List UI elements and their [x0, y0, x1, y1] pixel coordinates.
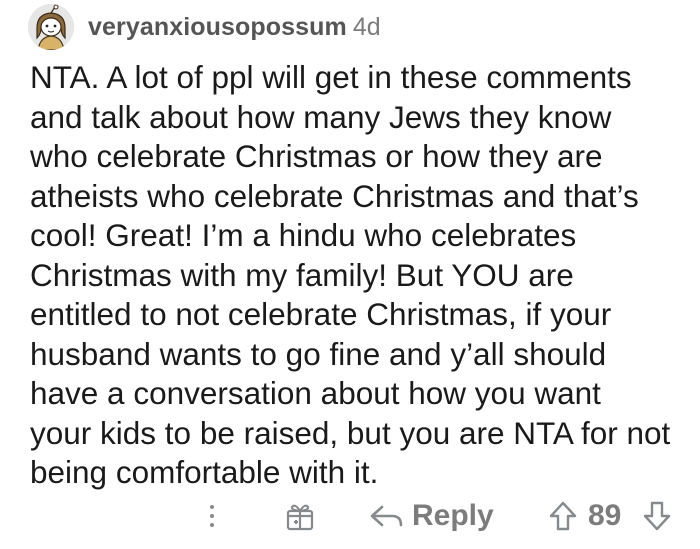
reply-button[interactable]: Reply: [368, 496, 494, 536]
comment-body: NTA. A lot of ppl will get in these comm…: [30, 59, 671, 490]
award-icon: [286, 504, 314, 531]
more-options-icon-dot: [210, 514, 214, 518]
downvote-arrow-icon: [643, 501, 671, 531]
reply-label: Reply: [412, 499, 494, 532]
downvote-button[interactable]: [642, 500, 672, 532]
reply-arrow-icon: [370, 505, 403, 527]
comment: veryanxiousopossum 4d NTA. A lot of ppl …: [0, 0, 700, 549]
comment-author[interactable]: veryanxiousopossum: [88, 13, 347, 42]
more-options-button[interactable]: [198, 498, 226, 534]
comment-action-bar: Reply 89: [0, 494, 700, 538]
comment-age: 4d: [352, 12, 381, 41]
comment-header: veryanxiousopossum 4d: [28, 4, 381, 50]
upvote-arrow-icon: [549, 501, 577, 531]
more-options-icon-dot: [210, 523, 214, 527]
more-options-icon-dot: [210, 505, 214, 509]
upvote-button[interactable]: [548, 500, 578, 532]
award-button[interactable]: [283, 500, 317, 532]
avatar[interactable]: [28, 4, 74, 50]
snoo-avatar-icon: [28, 4, 74, 50]
vote-score: 89: [588, 499, 622, 532]
